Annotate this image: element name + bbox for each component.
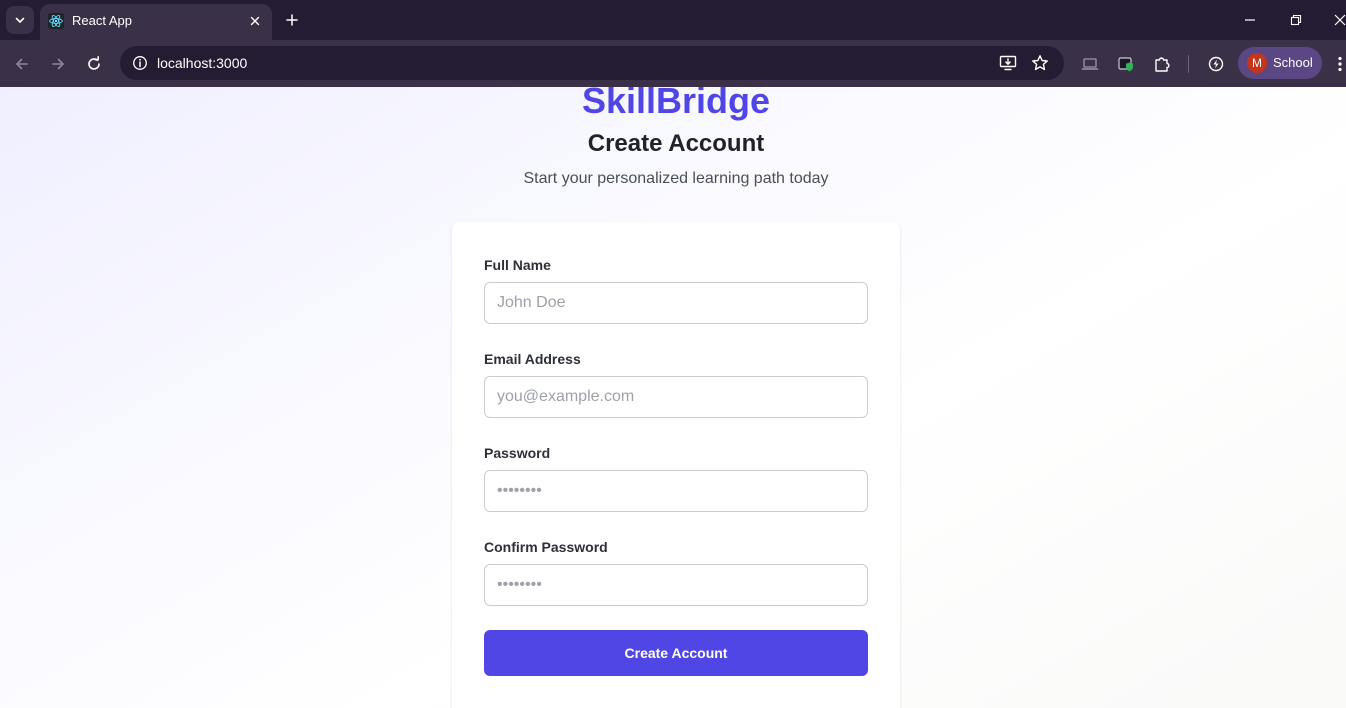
install-app-icon (999, 55, 1017, 71)
back-button[interactable] (9, 51, 35, 77)
minimize-window-button[interactable] (1238, 8, 1262, 32)
password-input[interactable] (484, 470, 868, 512)
minimize-icon (1245, 19, 1255, 21)
address-bar[interactable]: localhost:3000 (120, 46, 1064, 80)
tab-search-button[interactable] (6, 6, 34, 34)
arrow-left-icon (16, 58, 28, 70)
avatar: M (1247, 53, 1267, 73)
browser-menu-button[interactable] (1334, 52, 1346, 76)
browser-tab-bar: React App (0, 0, 1346, 40)
new-tab-button[interactable] (282, 10, 302, 30)
full-name-label: Full Name (484, 257, 551, 273)
browser-toolbar: localhost:3000 M School (0, 40, 1346, 87)
laptop-icon (1081, 58, 1099, 70)
shield-extension-icon (1118, 57, 1133, 72)
signup-form-card: Full Name Email Address Password Confirm… (452, 222, 900, 708)
cast-button[interactable] (1077, 51, 1103, 77)
profile-label: School (1273, 55, 1313, 70)
info-icon (133, 56, 147, 70)
security-extension-button[interactable] (1113, 51, 1139, 77)
restore-icon (1290, 14, 1302, 26)
close-icon (1334, 14, 1346, 26)
restore-window-button[interactable] (1284, 8, 1308, 32)
confirm-password-label: Confirm Password (484, 539, 608, 555)
install-app-button[interactable] (996, 51, 1020, 75)
password-label: Password (484, 445, 551, 461)
arrow-right-icon (52, 58, 64, 70)
profile-button[interactable]: M School (1238, 47, 1322, 79)
tab-close-button[interactable] (246, 12, 264, 30)
extensions-button[interactable] (1149, 51, 1175, 77)
bookmark-button[interactable] (1028, 51, 1052, 75)
page-subtitle: Start your personalized learning path to… (523, 170, 829, 187)
toolbar-separator (1188, 55, 1189, 73)
full-name-input[interactable] (484, 282, 868, 324)
email-input[interactable] (484, 376, 868, 418)
email-label: Email Address (484, 351, 581, 367)
tab-title: React App (72, 13, 132, 28)
performance-button[interactable] (1203, 51, 1229, 77)
create-account-button[interactable]: Create Account (484, 630, 868, 676)
confirm-password-input[interactable] (484, 564, 868, 606)
reload-icon (88, 56, 100, 70)
close-window-button[interactable] (1328, 8, 1346, 32)
page-title: Create Account (587, 130, 765, 157)
url-text: localhost:3000 (157, 55, 248, 71)
react-logo-icon (48, 13, 64, 29)
brand-logo-text: SkillBridge (581, 87, 771, 121)
close-icon (250, 16, 260, 26)
more-vertical-icon (1338, 56, 1342, 72)
page-viewport: SkillBridge Create Account Start your pe… (0, 87, 1346, 708)
performance-icon (1208, 56, 1224, 72)
site-info-button[interactable] (128, 51, 152, 75)
browser-tab[interactable]: React App (40, 4, 272, 40)
puzzle-icon (1155, 57, 1170, 72)
plus-icon (286, 14, 298, 26)
star-icon (1032, 55, 1048, 71)
chevron-down-icon (15, 17, 25, 23)
forward-button[interactable] (45, 51, 71, 77)
reload-button[interactable] (81, 51, 107, 77)
